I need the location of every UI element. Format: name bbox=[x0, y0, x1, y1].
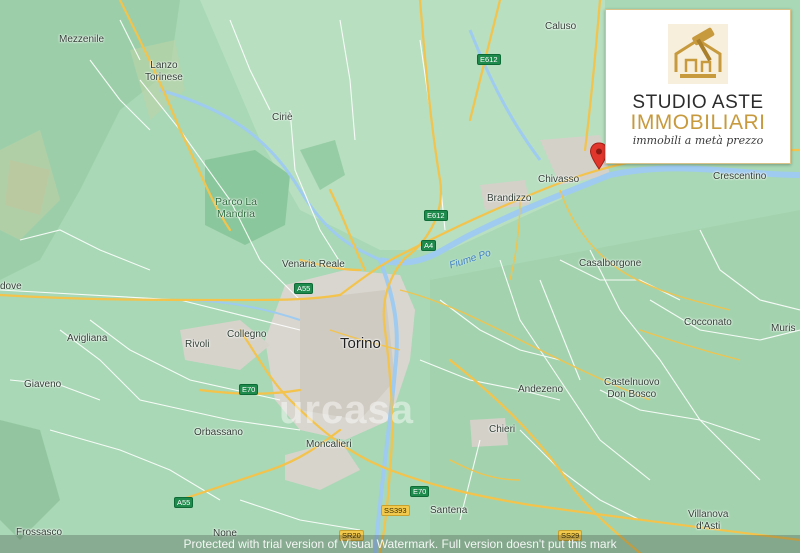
place-moncalieri: Moncalieri bbox=[306, 439, 352, 450]
place-brandizzo: Brandizzo bbox=[487, 193, 532, 204]
logo-line-immobiliari: IMMOBILIARI bbox=[630, 111, 766, 134]
place-rivoli: Rivoli bbox=[185, 339, 210, 350]
road-shield-e70-west: E70 bbox=[239, 384, 259, 395]
place-villanova-dasti: Villanova d'Asti bbox=[688, 509, 729, 532]
place-castelnuovo-don-bosco: Castelnuovo Don Bosco bbox=[604, 377, 660, 400]
gavel-house-logo-icon bbox=[668, 24, 728, 84]
road-shield-e70-south: E70 bbox=[410, 486, 430, 497]
place-santena: Santena bbox=[430, 505, 468, 516]
park-la-mandria: Parco La Mandria bbox=[215, 196, 258, 221]
place-dove: dove bbox=[0, 281, 22, 292]
road-shield-a4: A4 bbox=[421, 240, 437, 251]
trial-watermark-notice: Protected with trial version of Visual W… bbox=[0, 535, 800, 553]
road-shield-a55-south: A55 bbox=[174, 497, 194, 508]
place-giaveno: Giaveno bbox=[24, 379, 62, 390]
place-avigliana: Avigliana bbox=[67, 333, 108, 344]
road-shield-e612: E612 bbox=[424, 210, 448, 221]
map-view[interactable]: Mezzenile Lanzo Torinese Ciriè Parco La … bbox=[0, 0, 800, 553]
brand-logo-panel: STUDIO ASTE IMMOBILIARI immobili a metà … bbox=[605, 9, 791, 164]
road-shield-a55-west: A55 bbox=[294, 283, 314, 294]
place-collegno: Collegno bbox=[227, 329, 267, 340]
road-shield-e612-north: E612 bbox=[477, 54, 501, 65]
logo-tagline: immobili a metà prezzo bbox=[632, 134, 764, 147]
place-murisengo: Muris bbox=[771, 323, 796, 334]
watermark: urcasa bbox=[279, 388, 414, 432]
place-cirie: Ciriè bbox=[272, 112, 293, 123]
place-venaria-reale: Venaria Reale bbox=[282, 259, 345, 270]
place-chivasso: Chivasso bbox=[538, 174, 580, 185]
place-andezeno: Andezeno bbox=[518, 384, 564, 395]
place-orbassano: Orbassano bbox=[194, 427, 243, 438]
place-casalborgone: Casalborgone bbox=[579, 258, 642, 269]
road-shield-ss393: SS393 bbox=[381, 505, 410, 516]
place-mezzenile: Mezzenile bbox=[59, 34, 105, 45]
place-caluso: Caluso bbox=[545, 21, 577, 32]
place-lanzo-torinese: Lanzo Torinese bbox=[145, 60, 183, 83]
place-crescentino: Crescentino bbox=[713, 171, 767, 182]
place-cocconato: Cocconato bbox=[684, 317, 732, 328]
place-torino: Torino bbox=[340, 335, 381, 352]
place-chieri: Chieri bbox=[489, 424, 516, 435]
